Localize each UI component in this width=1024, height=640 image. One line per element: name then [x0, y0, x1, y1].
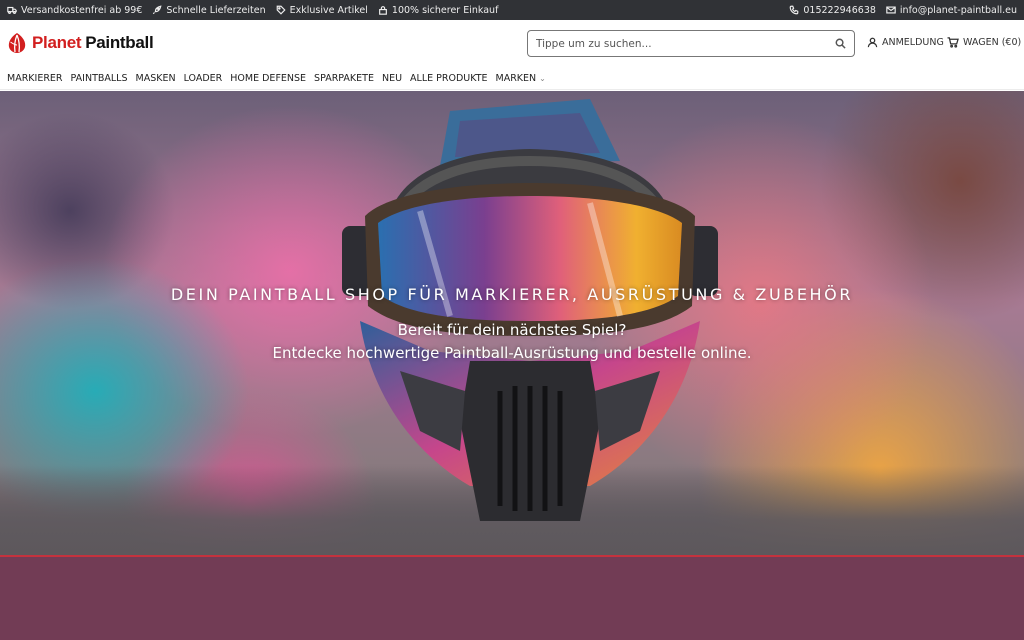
content-section: [0, 557, 1024, 640]
email-address: info@planet-paintball.eu: [899, 4, 1017, 16]
announcement-bar: Versandkostenfrei ab 99€ Schnelle Liefer…: [0, 0, 1024, 20]
cart-label: WAGEN (€0): [963, 37, 1022, 48]
cart-link[interactable]: WAGEN (€0): [947, 37, 1021, 48]
nav-item-loader[interactable]: LOADER: [184, 73, 223, 84]
hero-banner: DEIN PAINTBALL SHOP FÜR MARKIERER, AUSRÜ…: [0, 91, 1024, 556]
site-header: Planet Paintball ANMELDUNG WAGEN (€0): [0, 20, 1024, 68]
hero-subtitle-line2: Entdecke hochwertige Paintball-Ausrüstun…: [272, 344, 752, 362]
search-input[interactable]: [536, 37, 835, 50]
search-icon[interactable]: [835, 38, 846, 49]
cart-icon: [947, 37, 959, 48]
secure-note: 100% sicherer Einkauf: [378, 4, 499, 16]
nav-item-paintballs[interactable]: PAINTBALLS: [71, 73, 128, 84]
main-nav: MARKIERER PAINTBALLS MASKEN LOADER HOME …: [0, 68, 1024, 90]
hero-title: DEIN PAINTBALL SHOP FÜR MARKIERER, AUSRÜ…: [170, 285, 854, 304]
nav-item-sparpakete[interactable]: SPARPAKETE: [314, 73, 374, 84]
rocket-icon: [153, 5, 162, 15]
login-label: ANMELDUNG: [882, 37, 944, 48]
nav-item-marken[interactable]: MARKEN ⌄: [496, 73, 546, 84]
delivery-note-label: Schnelle Lieferzeiten: [166, 4, 266, 16]
nav-item-neu[interactable]: NEU: [382, 73, 402, 84]
contact-info: 015222946638 info@planet-paintball.eu: [779, 5, 1017, 16]
phone-number: 015222946638: [803, 4, 876, 16]
exclusive-note-label: Exklusive Artikel: [289, 4, 368, 16]
mail-icon: [886, 6, 896, 14]
nav-item-alle-produkte[interactable]: ALLE PRODUKTE: [410, 73, 487, 84]
phone-icon: [790, 5, 799, 15]
announcement-left: Versandkostenfrei ab 99€ Schnelle Liefer…: [7, 5, 508, 16]
paintball-mask-image: [342, 99, 718, 521]
phone-link[interactable]: 015222946638: [789, 5, 876, 16]
login-link[interactable]: ANMELDUNG: [867, 37, 944, 48]
search-box: [527, 30, 855, 57]
nav-item-marken-label: MARKEN: [495, 73, 537, 84]
logo-word-paintball: Paintball: [85, 33, 154, 52]
site-logo[interactable]: Planet Paintball: [7, 32, 154, 54]
user-icon: [867, 37, 878, 48]
paintball-logo-icon: [8, 33, 26, 53]
shipping-note: Versandkostenfrei ab 99€: [7, 5, 142, 16]
hero-subtitle-line1: Bereit für dein nächstes Spiel?: [397, 321, 627, 339]
email-link[interactable]: info@planet-paintball.eu: [886, 5, 1017, 16]
nav-item-masken[interactable]: MASKEN: [136, 73, 176, 84]
secure-note-label: 100% sicherer Einkauf: [391, 4, 499, 16]
tag-icon: [276, 5, 286, 15]
chevron-down-icon: ⌄: [539, 74, 546, 83]
nav-item-home-defense[interactable]: HOME DEFENSE: [230, 73, 306, 84]
exclusive-note: Exklusive Artikel: [276, 5, 368, 16]
truck-icon: [7, 6, 17, 15]
delivery-note: Schnelle Lieferzeiten: [152, 4, 266, 16]
nav-item-markierer[interactable]: MARKIERER: [7, 73, 63, 84]
logo-word-planet: Planet: [32, 33, 82, 52]
lock-icon: [378, 6, 387, 15]
shipping-note-label: Versandkostenfrei ab 99€: [21, 4, 143, 16]
